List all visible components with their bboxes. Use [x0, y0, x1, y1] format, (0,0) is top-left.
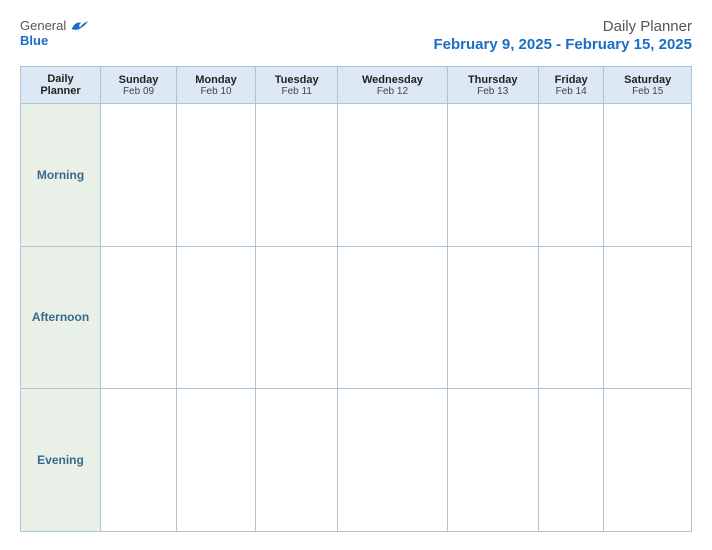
saturday-date: Feb 15: [608, 86, 687, 97]
afternoon-sunday: [101, 246, 177, 389]
evening-tuesday: [255, 389, 337, 532]
evening-wednesday: [338, 389, 447, 532]
wednesday-name: Wednesday: [342, 74, 442, 86]
corner-header: Daily Planner: [21, 67, 101, 104]
planner-date-range: February 9, 2025 - February 15, 2025: [434, 36, 692, 53]
evening-row: Evening: [21, 389, 692, 532]
calendar-table: Daily Planner Sunday Feb 09 Monday Feb 1…: [20, 66, 692, 532]
sunday-date: Feb 09: [105, 86, 172, 97]
logo-general: General: [20, 18, 66, 33]
morning-monday: [177, 104, 256, 247]
header-row: Daily Planner Sunday Feb 09 Monday Feb 1…: [21, 67, 692, 104]
afternoon-row: Afternoon: [21, 246, 692, 389]
afternoon-wednesday: [338, 246, 447, 389]
tuesday-name: Tuesday: [260, 74, 333, 86]
evening-thursday: [447, 389, 538, 532]
morning-wednesday: [338, 104, 447, 247]
col-saturday: Saturday Feb 15: [604, 67, 692, 104]
sunday-name: Sunday: [105, 74, 172, 86]
logo-area: General Blue: [20, 18, 88, 48]
evening-monday: [177, 389, 256, 532]
col-wednesday: Wednesday Feb 12: [338, 67, 447, 104]
corner-label-line1: Daily: [25, 73, 96, 85]
morning-sunday: [101, 104, 177, 247]
evening-sunday: [101, 389, 177, 532]
morning-tuesday: [255, 104, 337, 247]
wednesday-date: Feb 12: [342, 86, 442, 97]
bird-icon: [70, 19, 88, 33]
monday-date: Feb 10: [181, 86, 251, 97]
afternoon-saturday: [604, 246, 692, 389]
evening-label: Evening: [21, 389, 101, 532]
col-sunday: Sunday Feb 09: [101, 67, 177, 104]
corner-label-line2: Planner: [25, 85, 96, 97]
saturday-name: Saturday: [608, 74, 687, 86]
morning-saturday: [604, 104, 692, 247]
monday-name: Monday: [181, 74, 251, 86]
planner-title: Daily Planner: [603, 18, 692, 35]
thursday-date: Feb 13: [452, 86, 534, 97]
morning-thursday: [447, 104, 538, 247]
afternoon-label: Afternoon: [21, 246, 101, 389]
col-tuesday: Tuesday Feb 11: [255, 67, 337, 104]
col-friday: Friday Feb 14: [538, 67, 604, 104]
morning-label: Morning: [21, 104, 101, 247]
friday-name: Friday: [543, 74, 600, 86]
morning-friday: [538, 104, 604, 247]
calendar-body: Morning Afternoon Evening: [21, 104, 692, 532]
morning-row: Morning: [21, 104, 692, 247]
thursday-name: Thursday: [452, 74, 534, 86]
header: General Blue Daily Planner February 9, 2…: [20, 18, 692, 54]
afternoon-thursday: [447, 246, 538, 389]
evening-friday: [538, 389, 604, 532]
tuesday-date: Feb 11: [260, 86, 333, 97]
col-thursday: Thursday Feb 13: [447, 67, 538, 104]
afternoon-monday: [177, 246, 256, 389]
logo-text: General: [20, 18, 88, 33]
afternoon-friday: [538, 246, 604, 389]
logo-blue-text: Blue: [20, 33, 48, 48]
afternoon-tuesday: [255, 246, 337, 389]
page: General Blue Daily Planner February 9, 2…: [0, 0, 712, 550]
calendar-header: Daily Planner Sunday Feb 09 Monday Feb 1…: [21, 67, 692, 104]
evening-saturday: [604, 389, 692, 532]
logo-blue: Blue: [20, 33, 48, 48]
friday-date: Feb 14: [543, 86, 600, 97]
title-area: Daily Planner February 9, 2025 - Februar…: [434, 18, 692, 54]
col-monday: Monday Feb 10: [177, 67, 256, 104]
